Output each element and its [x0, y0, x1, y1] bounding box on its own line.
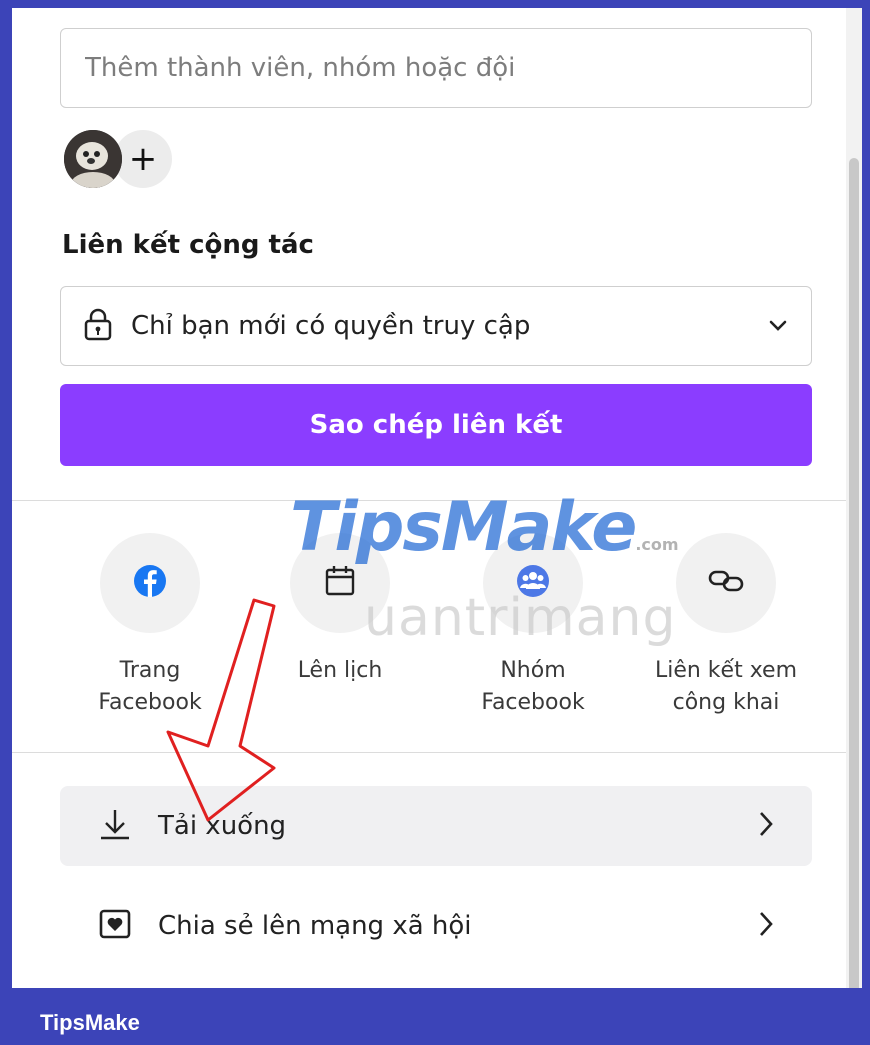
- share-panel: + Liên kết cộng tác Chỉ bạn mới có quyền…: [12, 8, 862, 988]
- collaboration-link-heading: Liên kết cộng tác: [62, 230, 314, 260]
- share-social-label: Chia sẻ lên mạng xã hội: [158, 911, 472, 941]
- watermark-logo: TipsMake.com: [290, 488, 679, 567]
- heart-box-icon: [98, 907, 132, 945]
- access-level-label: Chỉ bạn mới có quyền truy cập: [131, 311, 531, 341]
- share-public-view-link-circle: [676, 533, 776, 633]
- access-level-dropdown[interactable]: Chỉ bạn mới có quyền truy cập: [60, 286, 812, 366]
- plus-icon: +: [128, 139, 158, 179]
- chevron-right-icon: [758, 910, 774, 942]
- calendar-icon: [323, 564, 357, 602]
- watermark-secondary: uantrimang: [364, 588, 677, 648]
- member-search-input[interactable]: [60, 28, 812, 108]
- share-social-menu-item[interactable]: Chia sẻ lên mạng xã hội: [60, 886, 812, 966]
- copy-link-button[interactable]: Sao chép liên kết: [60, 384, 812, 466]
- lock-icon: [83, 307, 113, 345]
- annotation-arrow-icon: [166, 598, 276, 822]
- divider: [12, 752, 846, 753]
- share-target-label: Liên kết xem: [654, 658, 798, 683]
- avatar: [64, 130, 122, 188]
- chevron-down-icon: [767, 317, 789, 336]
- download-icon: [98, 807, 132, 845]
- add-member-button[interactable]: +: [114, 130, 172, 188]
- chevron-right-icon: [758, 810, 774, 842]
- share-target-label: Nhóm: [500, 658, 566, 683]
- share-target-label: công khai: [672, 690, 780, 715]
- link-icon: [708, 568, 744, 598]
- scrollbar[interactable]: [846, 8, 862, 988]
- share-target-label: Facebook: [481, 690, 585, 715]
- scrollbar-thumb[interactable]: [849, 158, 859, 988]
- footer-brand: TipsMake: [40, 1010, 140, 1035]
